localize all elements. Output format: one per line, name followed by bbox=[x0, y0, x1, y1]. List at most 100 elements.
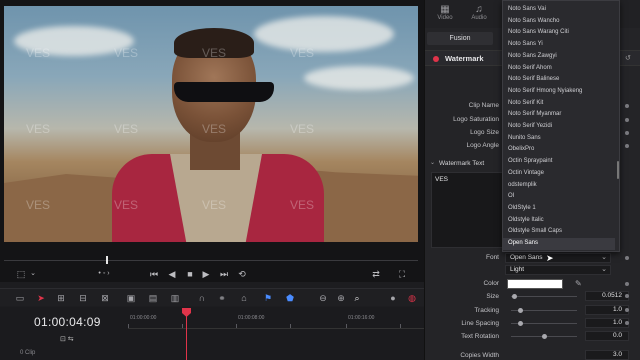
font-menu-item[interactable]: Octin Spraypaint bbox=[503, 156, 615, 168]
snapping-magnet-icon[interactable]: ∩ bbox=[196, 292, 208, 304]
font-menu-item[interactable]: Noto Serif Myanmar bbox=[503, 109, 615, 121]
font-menu-item[interactable]: Oldstyle Small Caps bbox=[503, 226, 615, 238]
size-value[interactable]: 0.0512 bbox=[585, 291, 629, 301]
match-frame-icon[interactable]: ⇄ bbox=[370, 268, 382, 280]
viewer-panel: VES VES VES VES VES VES VES VES VES VES … bbox=[0, 0, 424, 282]
keyframe-dot[interactable] bbox=[625, 104, 629, 108]
jog-indicator-icon[interactable]: • ◦ › bbox=[92, 268, 116, 280]
skip-to-end-icon[interactable]: ⏭ bbox=[218, 268, 230, 280]
font-label: Font bbox=[485, 254, 499, 261]
keyframe-dot[interactable] bbox=[625, 256, 629, 260]
zoom-out-icon[interactable]: ⊖ bbox=[316, 292, 330, 304]
insert-clip-icon[interactable]: ▣ bbox=[124, 292, 138, 304]
font-dropdown-menu[interactable]: Noto Sans Vai Noto Sans Wancho Noto Sans W… bbox=[502, 0, 620, 252]
reset-icon[interactable]: ↺ bbox=[625, 54, 631, 62]
font-menu-item[interactable]: Noto Sans Wancho bbox=[503, 16, 615, 28]
font-menu-item[interactable]: Noto Serif Yezidi bbox=[503, 121, 615, 133]
menu-scrollbar[interactable] bbox=[617, 161, 619, 179]
dynamic-trim-icon[interactable]: ⊟ bbox=[76, 292, 90, 304]
tab-audio[interactable]: ♫ Audio bbox=[462, 4, 496, 21]
font-menu-item[interactable]: Noto Serif Kit bbox=[503, 98, 615, 110]
font-menu-item[interactable]: Noto Sans Zawgyi bbox=[503, 51, 615, 63]
fullscreen-icon[interactable]: ⛶ bbox=[396, 268, 408, 280]
scrubber-track bbox=[4, 260, 418, 261]
timeline-ruler[interactable]: 01:00:00:00 01:00:08:00 01:00:16:00 bbox=[128, 311, 424, 329]
text-rotation-value[interactable]: 0.0 bbox=[585, 331, 629, 341]
font-menu-item[interactable]: Noto Sans Yi bbox=[503, 39, 615, 51]
overwrite-clip-icon[interactable]: ▤ bbox=[146, 292, 160, 304]
tab-video[interactable]: ▦ Video bbox=[428, 4, 462, 21]
loop-icon[interactable]: ⟲ bbox=[236, 268, 248, 280]
tracking-value[interactable]: 1.0 bbox=[585, 305, 629, 315]
watermark-text: VES bbox=[26, 198, 51, 212]
playhead-line bbox=[186, 316, 187, 360]
keyframe-dot[interactable] bbox=[625, 144, 629, 148]
flag-icon[interactable]: ⚑ bbox=[262, 292, 274, 304]
play-icon[interactable]: ▶ bbox=[200, 268, 212, 280]
trim-tool-icon[interactable]: ⊞ bbox=[54, 292, 68, 304]
line-spacing-value[interactable]: 1.0 bbox=[585, 318, 629, 328]
font-menu-item[interactable]: Octin Vintage bbox=[503, 168, 615, 180]
effect-enable-toggle[interactable] bbox=[433, 56, 439, 62]
replace-clip-icon[interactable]: ▥ bbox=[168, 292, 182, 304]
eyedropper-icon[interactable]: ✎ bbox=[575, 279, 582, 288]
text-rotation-slider-knob[interactable] bbox=[542, 334, 547, 339]
font-menu-item[interactable]: OldStyle 1 bbox=[503, 203, 615, 215]
scrubber-handle[interactable] bbox=[106, 256, 108, 264]
play-reverse-icon[interactable]: ◀ bbox=[166, 268, 178, 280]
keyframe-dot[interactable] bbox=[625, 294, 629, 298]
font-menu-item[interactable]: Noto Serif Ahom bbox=[503, 63, 615, 75]
font-menu-item[interactable]: Nunito Sans bbox=[503, 133, 615, 145]
font-menu-item[interactable]: Oldstyle Italic bbox=[503, 215, 615, 227]
keyframe-dot[interactable] bbox=[625, 282, 629, 286]
link-icon[interactable]: ⚭ bbox=[216, 292, 228, 304]
ruler-tick bbox=[290, 324, 291, 328]
viewer-options-icon[interactable]: ⬚ bbox=[14, 268, 28, 280]
font-menu-item[interactable]: Open Sans bbox=[503, 238, 615, 250]
font-select[interactable]: Open Sans ⌄ bbox=[505, 253, 611, 263]
lock-icon[interactable]: ⌂ bbox=[238, 292, 250, 304]
color-swatch[interactable] bbox=[507, 279, 563, 289]
stop-icon[interactable]: ■ bbox=[184, 268, 196, 280]
line-spacing-slider-knob[interactable] bbox=[518, 321, 524, 326]
skip-to-start-icon[interactable]: ⏮ bbox=[148, 268, 160, 280]
font-style-select[interactable]: Light ⌄ bbox=[505, 265, 611, 275]
copies-width-label: Copies Width bbox=[460, 352, 499, 359]
watermark-text: VES bbox=[114, 122, 139, 136]
keyframe-dot[interactable] bbox=[625, 308, 629, 312]
size-slider[interactable] bbox=[511, 296, 577, 297]
keyframe-dot[interactable] bbox=[625, 321, 629, 325]
fusion-button[interactable]: Fusion bbox=[427, 32, 493, 45]
watermark-text: VES bbox=[202, 46, 227, 60]
watermark-text: VES bbox=[290, 198, 315, 212]
blade-tool-icon[interactable]: ⊠ bbox=[98, 292, 112, 304]
keyframe-dot[interactable] bbox=[625, 118, 629, 122]
chevron-down-icon[interactable]: ⌄ bbox=[28, 268, 38, 280]
track-icons[interactable]: ⊡ ⇆ bbox=[60, 335, 74, 343]
timecode-display[interactable]: 01:00:04:09 bbox=[34, 315, 101, 329]
font-menu-item[interactable]: OI bbox=[503, 191, 615, 203]
tracking-slider-knob[interactable] bbox=[518, 308, 524, 313]
font-menu-item[interactable]: ObelixPro bbox=[503, 144, 615, 156]
layout-icon[interactable]: ▭ bbox=[14, 292, 26, 304]
zoom-slider-knob[interactable]: ● bbox=[388, 292, 398, 304]
marker-icon[interactable]: ⬟ bbox=[284, 292, 296, 304]
copies-width-value[interactable]: 3.0 bbox=[585, 350, 629, 360]
size-slider-knob[interactable] bbox=[512, 294, 518, 299]
font-menu-item[interactable]: Noto Serif Balinese bbox=[503, 74, 615, 86]
zoom-search-icon[interactable]: ⌕ bbox=[350, 292, 364, 304]
video-preview[interactable]: VES VES VES VES VES VES VES VES VES VES … bbox=[4, 6, 418, 242]
font-menu-item[interactable]: Noto Serif Hmong Nyiakeng bbox=[503, 86, 615, 98]
transport-controls: ⬚ ⌄ • ◦ › ⏮ ◀ ■ ▶ ⏭ ⟲ ⇄ ⛶ bbox=[0, 266, 424, 282]
font-menu-item[interactable]: Noto Sans Vai bbox=[503, 4, 615, 16]
font-menu-item[interactable]: odstemplik bbox=[503, 180, 615, 192]
param-label: Clip Name bbox=[468, 102, 499, 109]
zoom-detail-icon[interactable]: ⊕ bbox=[334, 292, 348, 304]
selection-tool-icon[interactable]: ➤ bbox=[36, 292, 46, 304]
edit-toolbar: ▭ ➤ ⊞ ⊟ ⊠ ▣ ▤ ▥ ∩ ⚭ ⌂ ⚑ ⬟ ⊖ ⊕ ⌕ ● ◍ bbox=[0, 288, 424, 306]
viewer-scrubber[interactable] bbox=[4, 256, 418, 264]
keyframe-dot[interactable] bbox=[625, 131, 629, 135]
font-menu-item[interactable]: Noto Sans Warang Citi bbox=[503, 27, 615, 39]
audio-meter-icon[interactable]: ◍ bbox=[406, 292, 418, 304]
effect-title: Watermark bbox=[445, 54, 484, 63]
